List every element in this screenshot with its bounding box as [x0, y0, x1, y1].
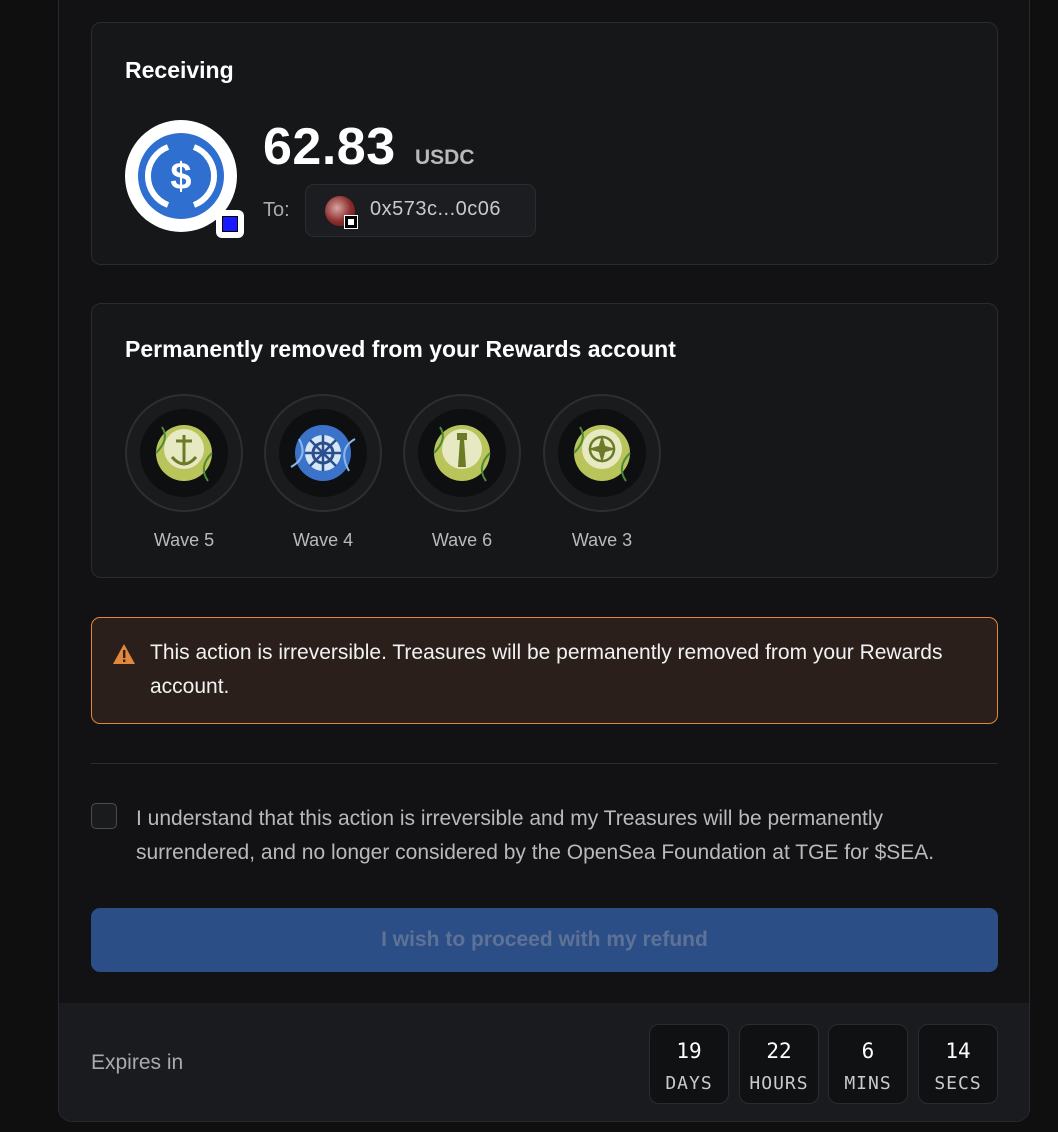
expires-footer: Expires in 19 DAYS 22 HOURS 6 MINS 14 SE…: [59, 1003, 1029, 1121]
countdown-value: 6: [861, 1039, 875, 1063]
receiving-title: Receiving: [125, 57, 234, 83]
countdown-secs: 14 SECS: [918, 1024, 998, 1104]
receiving-card: Receiving $ 62.83 USDC To: 0x573c...0c06: [91, 22, 998, 265]
countdown-value: 19: [676, 1039, 702, 1063]
treasure-label: Wave 4: [292, 530, 354, 550]
expires-label: Expires in: [91, 1051, 184, 1074]
lighthouse-treasure-icon: [403, 394, 521, 512]
compass-treasure-icon: [543, 394, 661, 512]
warning-triangle-icon: [112, 643, 136, 670]
anchor-treasure-icon: [125, 394, 243, 512]
treasure-item: Wave 4: [264, 394, 382, 551]
to-label: To:: [263, 199, 290, 221]
countdown-unit: DAYS: [665, 1073, 713, 1094]
removed-treasures-card: Permanently removed from your Rewards ac…: [91, 303, 998, 578]
base-chain-icon: [216, 210, 244, 238]
svg-text:$: $: [170, 156, 191, 198]
warning-text: This action is irreversible. Treasures w…: [150, 641, 943, 698]
treasure-item: Wave 5: [125, 394, 243, 551]
divider: [91, 763, 998, 764]
treasure-label: Wave 6: [431, 530, 493, 550]
countdown-hours: 22 HOURS: [739, 1024, 819, 1104]
wallet-badge-icon: [344, 215, 358, 229]
proceed-refund-button[interactable]: I wish to proceed with my refund: [91, 908, 998, 972]
treasure-item: Wave 3: [543, 394, 661, 551]
treasure-label: Wave 3: [571, 530, 633, 550]
recipient-address-pill[interactable]: 0x573c...0c06: [305, 184, 536, 237]
treasure-label: Wave 5: [153, 530, 215, 550]
countdown-unit: SECS: [934, 1073, 982, 1094]
treasure-item: Wave 6: [403, 394, 521, 551]
countdown-value: 14: [945, 1039, 971, 1063]
irreversible-warning: This action is irreversible. Treasures w…: [91, 617, 998, 724]
countdown-unit: HOURS: [749, 1073, 809, 1094]
recipient-address: 0x573c...0c06: [370, 198, 502, 220]
consent-checkbox[interactable]: [91, 803, 117, 829]
countdown-unit: MINS: [844, 1073, 892, 1094]
countdown-days: 19 DAYS: [649, 1024, 729, 1104]
receiving-amount: 62.83: [263, 118, 396, 176]
ship-wheel-treasure-icon: [264, 394, 382, 512]
countdown-value: 22: [766, 1039, 792, 1063]
consent-text: I understand that this action is irrever…: [136, 807, 935, 864]
receiving-unit: USDC: [415, 146, 475, 169]
removed-title: Permanently removed from your Rewards ac…: [125, 336, 676, 362]
countdown-mins: 6 MINS: [828, 1024, 908, 1104]
